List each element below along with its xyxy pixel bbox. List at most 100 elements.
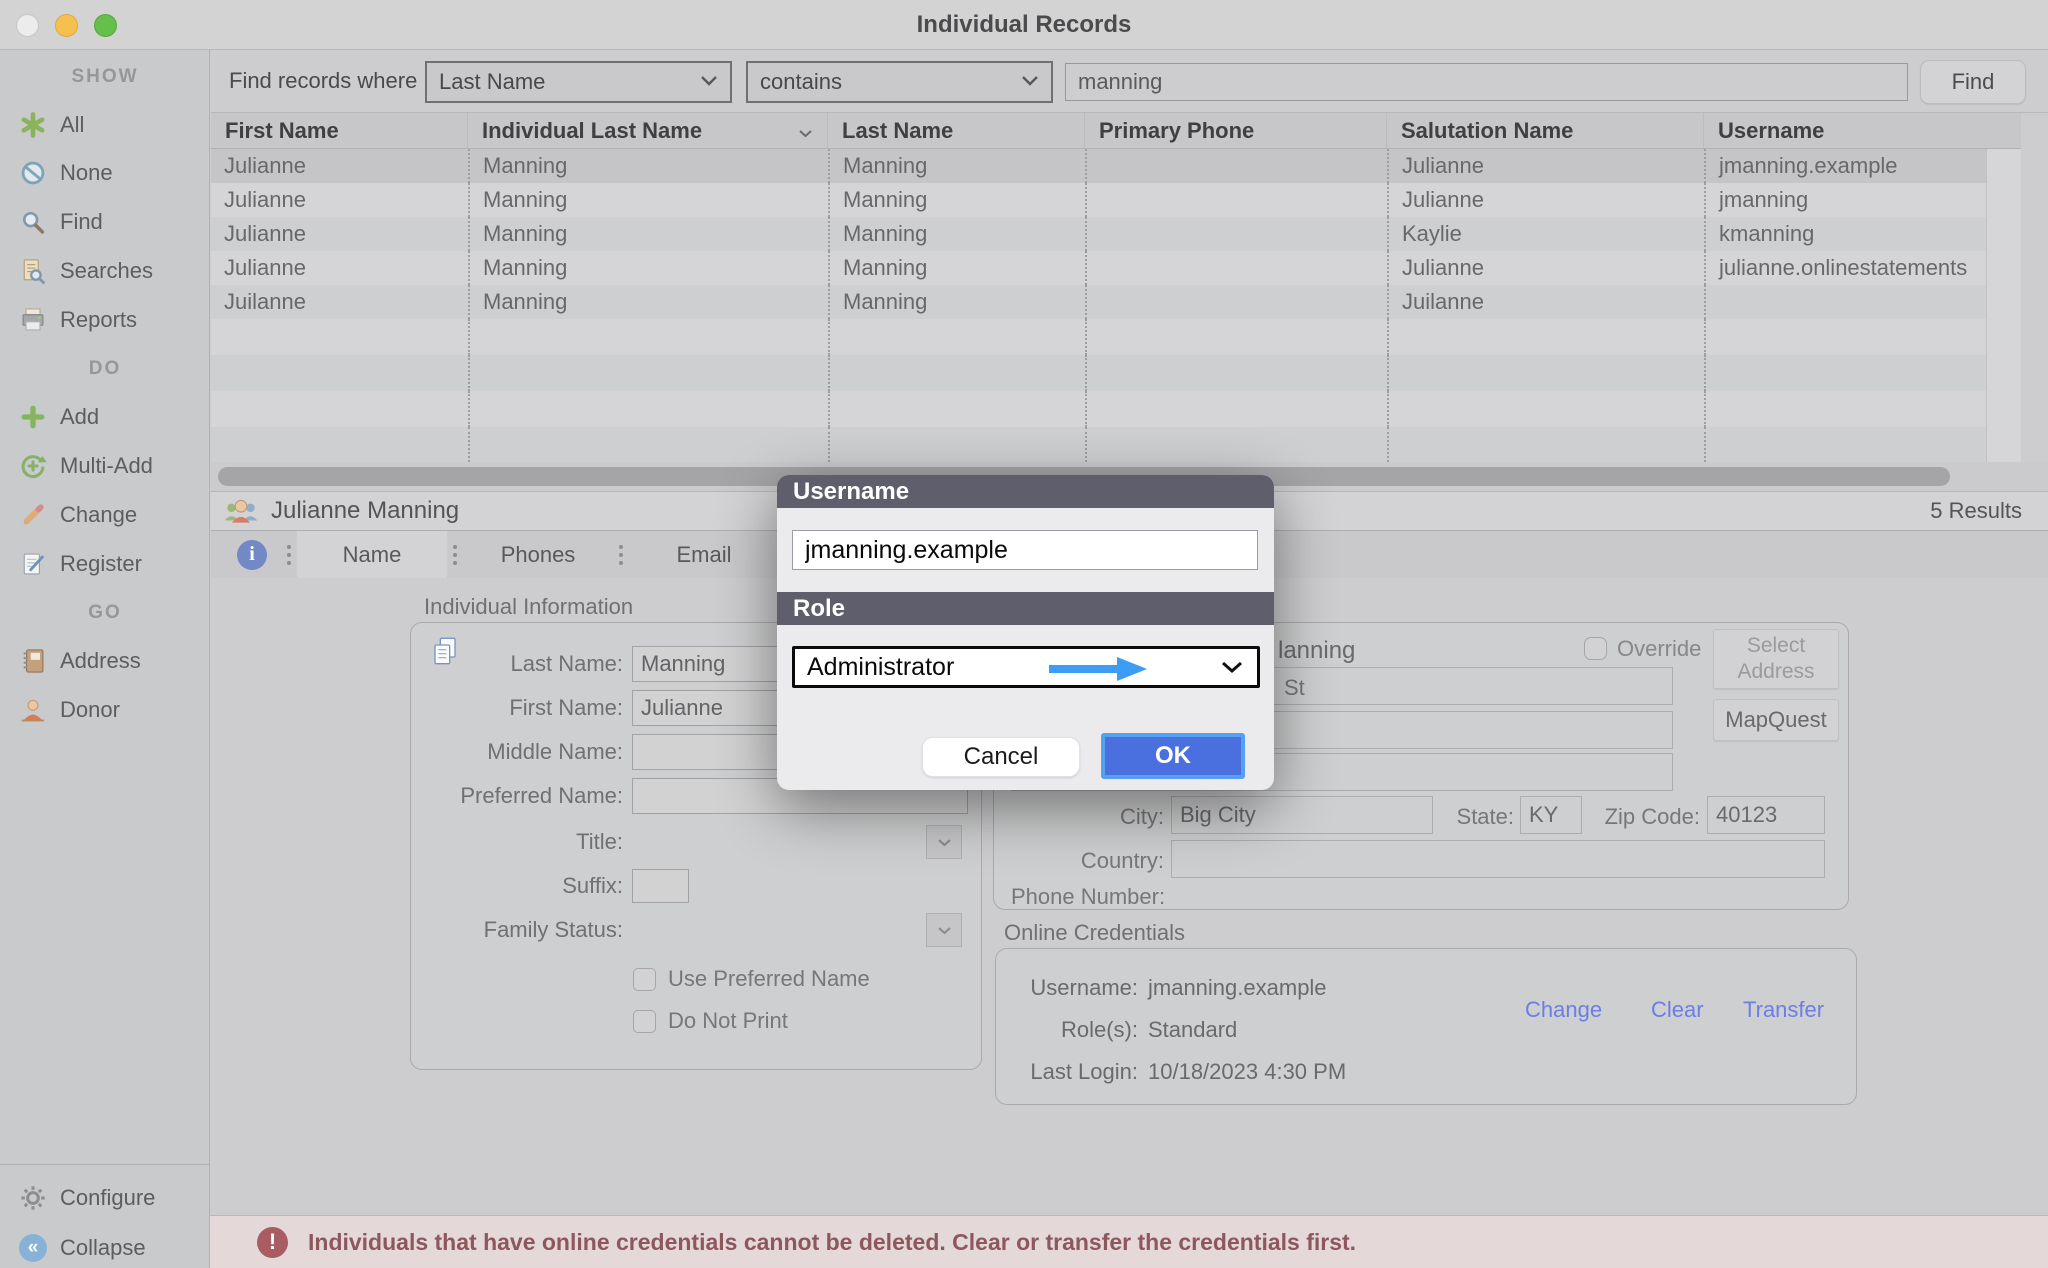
sidebar-item-change[interactable]: Change bbox=[0, 495, 210, 535]
state-input[interactable] bbox=[1520, 796, 1582, 834]
column-header-username[interactable]: Username bbox=[1704, 113, 2021, 148]
title-bar: Individual Records bbox=[0, 0, 2048, 50]
cancel-button[interactable]: Cancel bbox=[922, 737, 1080, 777]
sidebar-item-add[interactable]: Add bbox=[0, 397, 210, 437]
table-row[interactable]: Julianne Manning Manning Julianne jmanni… bbox=[211, 183, 2021, 217]
table-row[interactable]: Julianne Manning Manning Kaylie kmanning bbox=[211, 217, 2021, 251]
printer-icon bbox=[16, 305, 50, 335]
sidebar: SHOW All None Find Searches bbox=[0, 50, 210, 1268]
sidebar-item-none[interactable]: None bbox=[0, 153, 210, 193]
sidebar-item-register[interactable]: Register bbox=[0, 544, 210, 584]
preferred-name-label: Preferred Name: bbox=[411, 783, 623, 809]
searches-icon bbox=[16, 256, 50, 286]
sidebar-item-all[interactable]: All bbox=[0, 105, 210, 145]
info-icon[interactable]: i bbox=[237, 540, 267, 570]
city-label: City: bbox=[1044, 804, 1164, 830]
zip-code-input[interactable] bbox=[1707, 796, 1825, 834]
family-status-dropdown-button[interactable] bbox=[926, 913, 962, 947]
field-selector[interactable]: Last Name bbox=[425, 61, 732, 103]
credentials-last-login-label: Last Login: bbox=[1004, 1059, 1138, 1085]
sidebar-item-label: All bbox=[60, 112, 84, 138]
table-row[interactable]: Julianne Manning Manning Julianne julian… bbox=[211, 251, 2021, 285]
use-preferred-name-label: Use Preferred Name bbox=[668, 966, 870, 992]
chevron-down-icon bbox=[1021, 73, 1039, 91]
sidebar-item-find[interactable]: Find bbox=[0, 202, 210, 242]
do-not-print-checkbox[interactable] bbox=[633, 1010, 656, 1033]
online-credentials-panel: Username: jmanning.example Role(s): Stan… bbox=[995, 948, 1857, 1105]
sidebar-item-multi-add[interactable]: Multi-Add bbox=[0, 446, 210, 486]
title-dropdown-button[interactable] bbox=[926, 825, 962, 859]
register-icon bbox=[16, 549, 50, 579]
tab-phones[interactable]: Phones bbox=[463, 531, 613, 578]
pointer-arrow-icon bbox=[1049, 656, 1149, 687]
mapquest-button[interactable]: MapQuest bbox=[1713, 699, 1839, 741]
column-header-last-name[interactable]: Last Name bbox=[828, 113, 1085, 148]
sidebar-item-label: Find bbox=[60, 209, 103, 235]
sidebar-item-address[interactable]: Address bbox=[0, 641, 210, 681]
tab-email[interactable]: Email bbox=[629, 531, 779, 578]
tab-separator-dots bbox=[287, 553, 291, 557]
find-records-bar: Find records where Last Name contains Fi… bbox=[211, 50, 2048, 113]
use-preferred-name-checkbox[interactable] bbox=[633, 968, 656, 991]
table-row-selected[interactable]: Julianne Manning Manning Julianne jmanni… bbox=[211, 149, 2021, 183]
sidebar-item-donor[interactable]: Donor bbox=[0, 690, 210, 730]
do-not-print-label: Do Not Print bbox=[668, 1008, 788, 1034]
suffix-input[interactable] bbox=[632, 869, 689, 903]
chevron-down-icon bbox=[1221, 661, 1243, 679]
plus-icon bbox=[16, 402, 50, 432]
state-label: State: bbox=[1446, 804, 1514, 830]
table-vertical-scrollbar-track[interactable] bbox=[1986, 149, 2021, 462]
sidebar-item-label: Reports bbox=[60, 307, 137, 333]
column-header-primary-phone[interactable]: Primary Phone bbox=[1085, 113, 1387, 148]
column-header-salutation-name[interactable]: Salutation Name bbox=[1387, 113, 1704, 148]
table-row[interactable]: Juilanne Manning Manning Juilanne bbox=[211, 285, 2021, 319]
results-count: 5 Results bbox=[1930, 498, 2022, 524]
sidebar-section-do: DO bbox=[0, 358, 210, 380]
search-query-input[interactable] bbox=[1065, 63, 1908, 101]
credentials-username-value: jmanning.example bbox=[1148, 975, 1327, 1001]
magnifier-icon bbox=[16, 207, 50, 237]
override-label: Override bbox=[1617, 636, 1701, 662]
change-credentials-link[interactable]: Change bbox=[1525, 997, 1602, 1023]
sidebar-item-searches[interactable]: Searches bbox=[0, 251, 210, 291]
address-book-icon bbox=[16, 646, 50, 676]
tab-name[interactable]: Name bbox=[297, 531, 447, 578]
sidebar-item-label: Donor bbox=[60, 697, 120, 723]
sidebar-item-collapse[interactable]: « Collapse bbox=[0, 1228, 210, 1268]
role-dropdown[interactable]: Administrator bbox=[792, 646, 1260, 688]
empty-table-row bbox=[211, 391, 2021, 427]
ok-button[interactable]: OK bbox=[1101, 733, 1245, 779]
find-records-label: Find records where bbox=[229, 68, 417, 94]
middle-name-label: Middle Name: bbox=[411, 739, 623, 765]
none-icon bbox=[16, 158, 50, 188]
sidebar-item-label: Collapse bbox=[60, 1235, 146, 1261]
sidebar-item-configure[interactable]: Configure bbox=[0, 1178, 210, 1218]
country-input[interactable] bbox=[1171, 840, 1825, 878]
transfer-credentials-link[interactable]: Transfer bbox=[1743, 997, 1824, 1023]
dialog-username-input[interactable] bbox=[792, 530, 1258, 570]
sidebar-item-label: None bbox=[60, 160, 113, 186]
sidebar-item-label: Multi-Add bbox=[60, 453, 153, 479]
sort-chevron-icon bbox=[798, 118, 813, 144]
people-icon bbox=[223, 496, 259, 526]
sidebar-item-label: Register bbox=[60, 551, 142, 577]
sidebar-item-reports[interactable]: Reports bbox=[0, 300, 210, 340]
column-header-individual-last-name[interactable]: Individual Last Name bbox=[468, 113, 828, 148]
credentials-username-label: Username: bbox=[1016, 975, 1138, 1001]
record-name: Julianne Manning bbox=[271, 497, 459, 525]
warning-icon: ! bbox=[257, 1227, 288, 1258]
clear-credentials-link[interactable]: Clear bbox=[1651, 997, 1704, 1023]
column-header-first-name[interactable]: First Name bbox=[211, 113, 468, 148]
credentials-roles-value: Standard bbox=[1148, 1017, 1237, 1043]
operator-selector[interactable]: contains bbox=[746, 61, 1053, 103]
tab-separator-dots bbox=[453, 553, 457, 557]
override-checkbox[interactable] bbox=[1584, 637, 1607, 660]
empty-table-row bbox=[211, 319, 2021, 355]
asterisk-icon bbox=[16, 110, 50, 140]
donor-icon bbox=[16, 695, 50, 725]
dialog-role-header: Role bbox=[777, 592, 1274, 625]
city-input[interactable] bbox=[1171, 796, 1433, 834]
select-address-button[interactable]: Select Address bbox=[1713, 629, 1839, 689]
last-name-label: Last Name: bbox=[411, 651, 623, 677]
find-button[interactable]: Find bbox=[1920, 60, 2026, 104]
